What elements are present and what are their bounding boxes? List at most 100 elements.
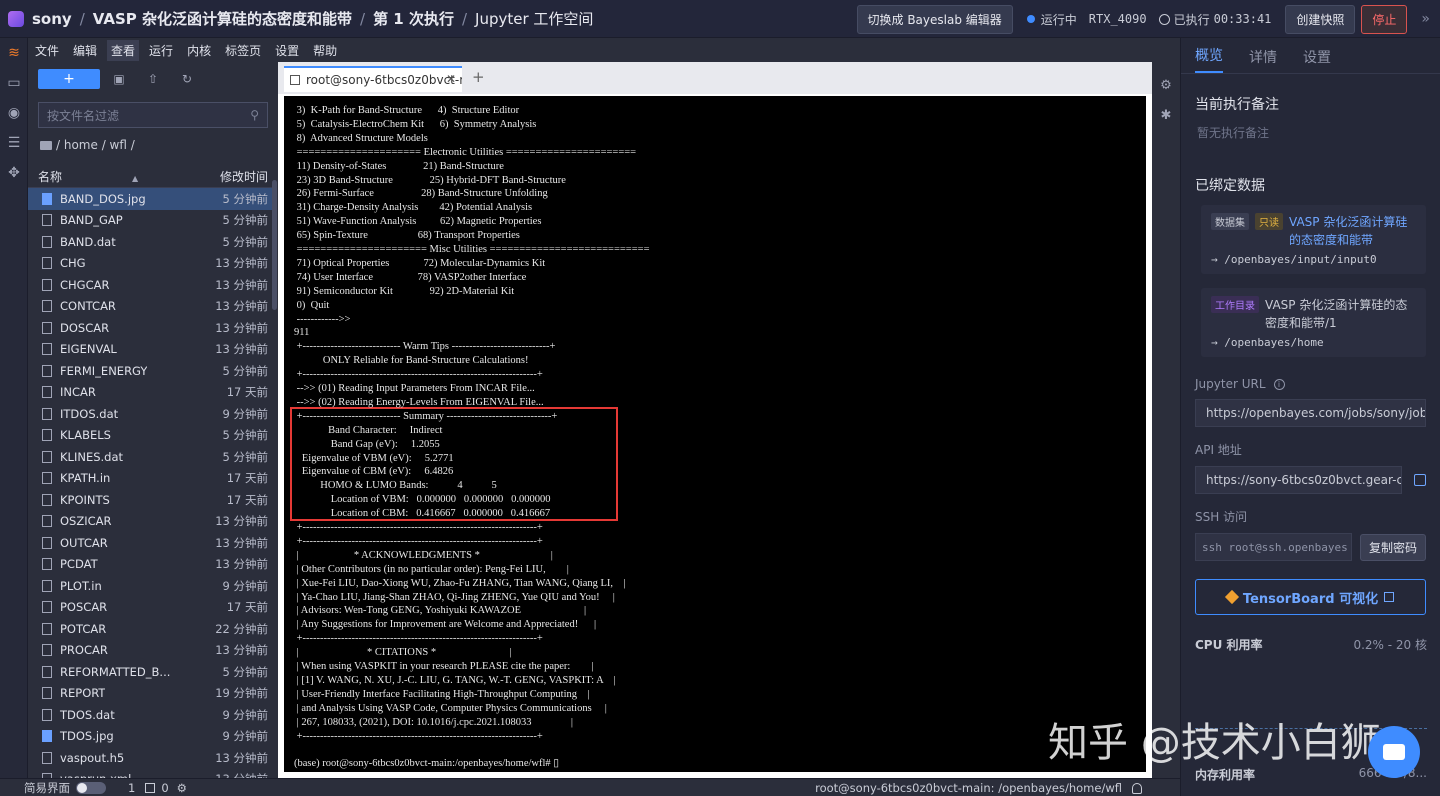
file-row[interactable]: EIGENVAL 13 分钟前 — [28, 339, 278, 361]
file-row[interactable]: KPOINTS 17 天前 — [28, 489, 278, 511]
terminal-line: Location of CBM: 0.416667 0.000000 0.416… — [294, 508, 551, 520]
file-row[interactable]: OUTCAR 13 分钟前 — [28, 532, 278, 554]
project-title[interactable]: VASP 杂化泛函计算硅的态密度和能带 — [93, 8, 352, 29]
create-snapshot-button[interactable]: 创建快照 — [1285, 4, 1356, 34]
menu-run[interactable]: 运行 — [149, 42, 173, 59]
file-row[interactable]: BAND.dat 5 分钟前 — [28, 231, 278, 253]
file-row[interactable]: FERMI_ENERGY 5 分钟前 — [28, 360, 278, 382]
running-status-icon — [1026, 15, 1035, 23]
file-name: POTCAR — [42, 622, 106, 636]
file-row[interactable]: TDOS.dat 9 分钟前 — [28, 704, 278, 726]
collapse-panel-icon[interactable]: » — [1421, 11, 1430, 27]
gear-icon[interactable]: ⚙ — [177, 781, 187, 795]
running-kernels-icon[interactable]: ◉ — [0, 98, 28, 128]
file-row[interactable]: PLOT.in 9 分钟前 — [28, 575, 278, 597]
menu-edit[interactable]: 编辑 — [73, 42, 97, 59]
file-name: KPATH.in — [42, 471, 110, 485]
tab-overview[interactable]: 概览 — [1195, 45, 1223, 73]
tab-settings[interactable]: 设置 — [1303, 47, 1331, 73]
terminal-line: +---------------------------------------… — [294, 535, 543, 547]
file-row[interactable]: TDOS.jpg 9 分钟前 — [28, 726, 278, 748]
copy-password-button[interactable]: 复制密码 — [1359, 533, 1426, 561]
file-row[interactable]: BAND_DOS.jpg 5 分钟前 — [28, 188, 278, 210]
open-external-icon — [1384, 592, 1395, 602]
tensorboard-button[interactable]: TensorBoard 可视化 — [1195, 579, 1426, 615]
file-row[interactable]: ITDOS.dat 9 分钟前 — [28, 403, 278, 425]
file-row[interactable]: CONTCAR 13 分钟前 — [28, 296, 278, 318]
file-modified-time: 5 分钟前 — [222, 213, 268, 228]
new-folder-icon[interactable]: ▣ — [104, 72, 134, 86]
file-row[interactable]: KPATH.in 17 天前 — [28, 468, 278, 490]
terminal-line: | Advisors: Wen-Tong GENG, Yoshiyuki KAW… — [294, 605, 587, 617]
terminal-line: 65) Spin-Texture 68) Transport Propertie… — [294, 230, 520, 242]
file-filter-input[interactable]: 按文件名过滤 ⚲ — [38, 102, 268, 128]
refresh-icon[interactable]: ↻ — [172, 72, 202, 86]
table-of-contents-icon[interactable]: ☰ — [0, 128, 28, 158]
switch-editor-button[interactable]: 切换成 Bayeslab 编辑器 — [856, 4, 1013, 34]
stop-button[interactable]: 停止 — [1361, 4, 1408, 34]
chat-bubble-button[interactable] — [1368, 726, 1420, 778]
upload-icon[interactable]: ⇧ — [138, 72, 168, 86]
terminal-output[interactable]: 3) K-Path for Band-Structure 4) Structur… — [284, 96, 1146, 772]
file-row[interactable]: vaspout.h5 13 分钟前 — [28, 747, 278, 769]
breadcrumb[interactable]: / home / wfl / — [28, 132, 278, 158]
file-row[interactable]: REPORT 19 分钟前 — [28, 683, 278, 705]
ssh-command-field[interactable]: ssh root@ssh.openbayes ❐ — [1195, 533, 1352, 561]
terminal-line: 26) Fermi-Surface 28) Band-Structure Unf… — [294, 188, 548, 200]
file-row[interactable]: CHG 13 分钟前 — [28, 253, 278, 275]
property-inspector-icon[interactable]: ⚙ — [1152, 70, 1180, 100]
file-modified-time: 13 分钟前 — [215, 256, 268, 271]
menu-kernel[interactable]: 内核 — [187, 42, 211, 59]
file-row[interactable]: INCAR 17 天前 — [28, 382, 278, 404]
file-row[interactable]: REFORMATTED_B... 5 分钟前 — [28, 661, 278, 683]
menu-view[interactable]: 查看 — [107, 39, 140, 61]
open-external-icon[interactable] — [1414, 474, 1426, 486]
simple-mode-toggle[interactable] — [76, 781, 106, 794]
terminal-line: (base) root@sony-6tbcs0z0bvct-main:/open… — [294, 758, 560, 770]
file-browser-scroll-thumb[interactable] — [272, 180, 277, 310]
menu-help[interactable]: 帮助 — [313, 42, 337, 59]
tab-details[interactable]: 详情 — [1249, 47, 1277, 73]
file-name: PCDAT — [42, 557, 98, 571]
api-url-field[interactable]: https://sony-6tbcs0z0bvct.gear-c1 — [1195, 466, 1402, 494]
bell-icon[interactable] — [1132, 782, 1142, 794]
file-name: ITDOS.dat — [42, 407, 118, 421]
column-name[interactable]: 名称 ▲ — [38, 168, 138, 185]
menu-file[interactable]: 文件 — [35, 42, 59, 59]
add-tab-icon[interactable]: + — [472, 68, 485, 86]
column-modified[interactable]: 修改时间 — [220, 168, 268, 185]
file-row[interactable]: KLINES.dat 5 分钟前 — [28, 446, 278, 468]
file-modified-time: 13 分钟前 — [215, 535, 268, 550]
file-row[interactable]: CHGCAR 13 分钟前 — [28, 274, 278, 296]
file-browser: + ▣ ⇧ ↻ 按文件名过滤 ⚲ / home / wfl / 名称 ▲ 修改时间… — [28, 62, 278, 786]
file-row[interactable]: DOSCAR 13 分钟前 — [28, 317, 278, 339]
new-launcher-button[interactable]: + — [38, 69, 100, 89]
debugger-icon[interactable]: ✱ — [1152, 100, 1180, 130]
jupyter-url-field[interactable]: https://openbayes.com/jobs/sony/jobs — [1195, 399, 1426, 427]
dataset-link[interactable]: VASP 杂化泛函计算硅的态密度和能带 — [1289, 213, 1416, 249]
terminal-line: | When using VASPKIT in your research PL… — [294, 661, 594, 672]
file-icon — [42, 515, 52, 528]
menu-tabs[interactable]: 标签页 — [225, 42, 261, 59]
breadcrumb-path[interactable]: / home / wfl / — [56, 138, 135, 152]
file-row[interactable]: POSCAR 17 天前 — [28, 597, 278, 619]
dataset-card: 数据集 只读 VASP 杂化泛函计算硅的态密度和能带 → /openbayes/… — [1201, 205, 1426, 274]
brand-name[interactable]: sony — [32, 10, 72, 28]
file-list: BAND_DOS.jpg 5 分钟前 BAND_GAP 5 分钟前 BAND.dat 5 … — [28, 188, 278, 790]
file-row[interactable]: PROCAR 13 分钟前 — [28, 640, 278, 662]
run-title[interactable]: 第 1 次执行 — [373, 8, 454, 29]
file-row[interactable]: POTCAR 22 分钟前 — [28, 618, 278, 640]
extensions-icon[interactable]: ✥ — [0, 158, 28, 188]
file-row[interactable]: BAND_GAP 5 分钟前 — [28, 210, 278, 232]
info-icon[interactable]: i — [1273, 378, 1285, 390]
file-row[interactable]: OSZICAR 13 分钟前 — [28, 511, 278, 533]
dataset-tag: 数据集 — [1211, 213, 1249, 230]
file-modified-time: 13 分钟前 — [215, 299, 268, 314]
tab-terminal[interactable]: root@sony-6tbcs0z0bvct-ma ✕ — [284, 66, 462, 92]
menu-settings[interactable]: 设置 — [275, 42, 299, 59]
file-name: PLOT.in — [42, 579, 102, 593]
folder-icon[interactable]: ▭ — [0, 68, 28, 98]
file-row[interactable]: KLABELS 5 分钟前 — [28, 425, 278, 447]
file-row[interactable]: PCDAT 13 分钟前 — [28, 554, 278, 576]
close-tab-icon[interactable]: ✕ — [446, 72, 456, 86]
